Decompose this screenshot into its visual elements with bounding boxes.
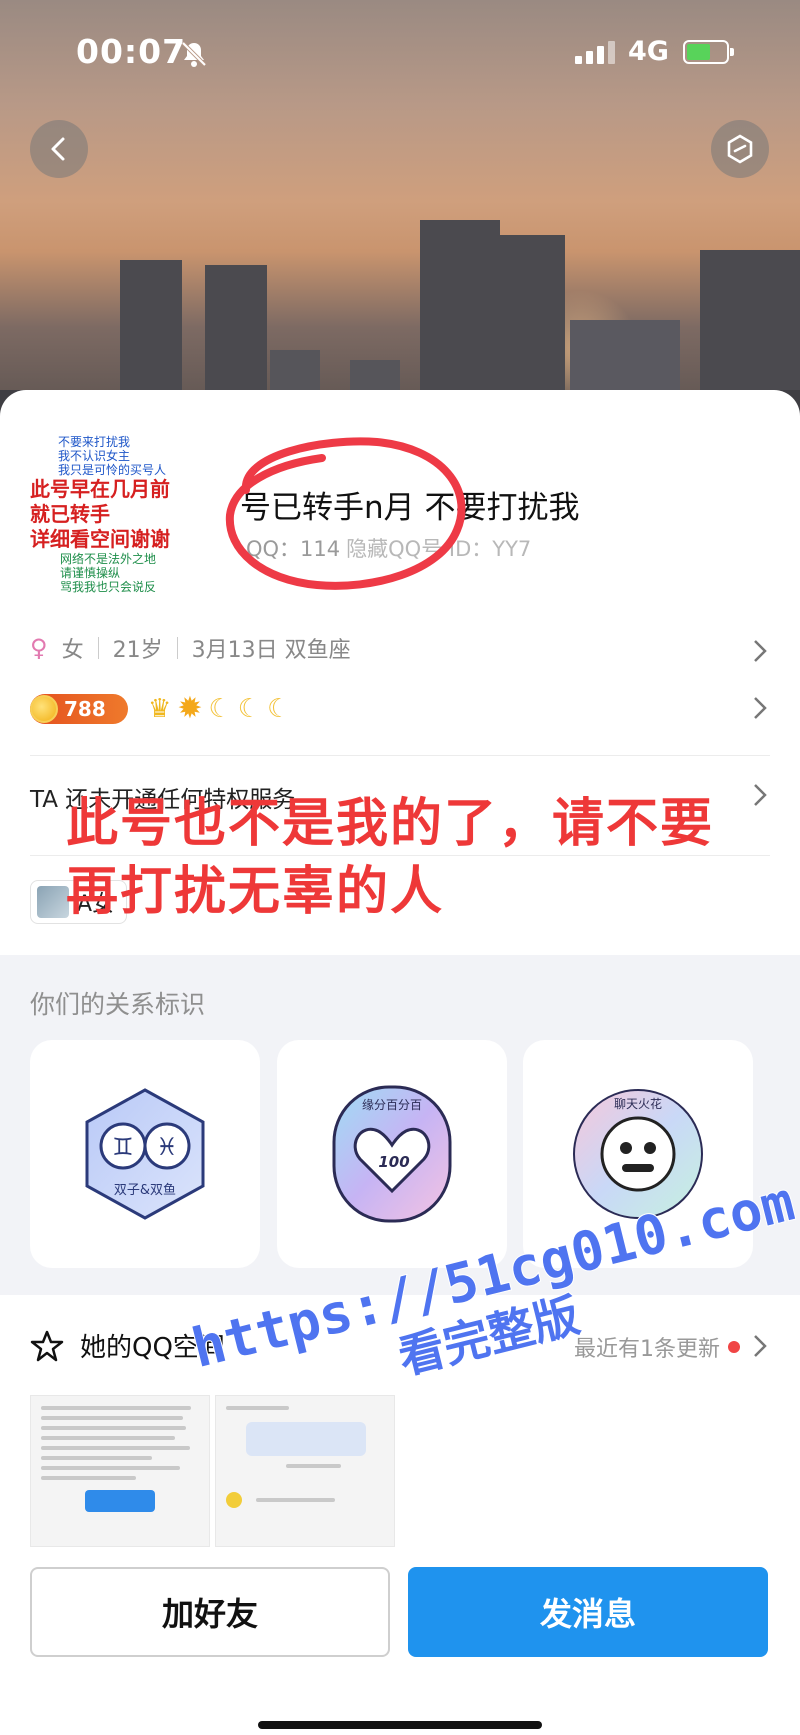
chevron-left-icon: [51, 137, 65, 161]
avatar-text: 此号早在几月前: [30, 477, 170, 501]
divider: [176, 637, 178, 659]
relationship-title: 你们的关系标识: [30, 990, 206, 1019]
chevron-right-icon[interactable]: [752, 638, 768, 664]
crown-icon: ♛: [148, 694, 172, 724]
fate-badge: 100 缘分百分百: [332, 1085, 452, 1223]
overlay-warning-text: 此号也不是我的了，请不要再打扰无辜的人: [66, 794, 715, 922]
avatar-text: 我只是可怜的买号人: [58, 463, 167, 477]
status-bar: 00:07 4G: [0, 0, 800, 110]
chevron-right-icon[interactable]: [752, 695, 768, 721]
level-row[interactable]: 788 ♛ ✹ ☾ ☾ ☾: [30, 690, 290, 728]
basic-info-row[interactable]: ♀ 女 21岁 3月13日 双鱼座: [30, 630, 351, 666]
moon-icon: ☾: [208, 694, 232, 724]
coin-count: 788: [64, 697, 106, 721]
battery-icon: [683, 40, 734, 64]
signal-icon: [575, 40, 615, 64]
star-icon: [30, 1330, 64, 1361]
home-indicator[interactable]: [258, 1721, 542, 1729]
coin-icon: [30, 695, 58, 723]
divider: [97, 637, 99, 659]
avatar-text: 请谨慎操纵: [60, 566, 121, 580]
clock: 00:07: [76, 32, 187, 71]
mute-bell-icon: [181, 41, 207, 67]
avatar[interactable]: 不要来打扰我 我不认识女主 我只是可怜的买号人 此号早在几月前 就已转手 详细看…: [30, 435, 212, 597]
qzone-thumbnail[interactable]: [30, 1395, 210, 1547]
relationship-card[interactable]: 100 缘分百分百: [277, 1040, 507, 1268]
avatar-text: 网络不是法外之地: [60, 552, 157, 566]
svg-text:100: 100: [378, 1153, 409, 1171]
svg-text:♊: ♊: [112, 1133, 134, 1161]
sun-icon: ✹: [177, 691, 203, 726]
avatar-text: 不要来打扰我: [58, 435, 131, 449]
chevron-right-icon[interactable]: [752, 1333, 768, 1359]
avatar-text: 我不认识女主: [58, 449, 131, 463]
chevron-right-icon[interactable]: [752, 782, 768, 808]
bottom-action-bar: 加好友 发消息: [0, 1565, 800, 1735]
gender: 女: [61, 638, 84, 663]
tag-image: [37, 886, 69, 918]
birthday: 3月13日 双鱼座: [191, 638, 351, 663]
avatar-text: 就已转手: [30, 502, 110, 526]
zodiac-badge: ♊ ♓ 双子&双鱼: [85, 1088, 205, 1220]
svg-text:缘分百分百: 缘分百分百: [362, 1098, 422, 1112]
unread-dot: [728, 1341, 740, 1353]
relationship-card[interactable]: ♊ ♓ 双子&双鱼: [30, 1040, 260, 1268]
divider: [30, 755, 770, 756]
age: 21岁: [112, 638, 163, 663]
avatar-text: 骂我我也只会说反: [60, 580, 157, 594]
coin-badge: 788: [30, 694, 128, 724]
red-circle-annotation: [225, 437, 466, 590]
svg-text:♓: ♓: [156, 1133, 178, 1161]
svg-text:聊天火花: 聊天火花: [614, 1096, 662, 1111]
moon-icon: ☾: [237, 694, 262, 724]
send-message-button[interactable]: 发消息: [408, 1567, 768, 1657]
hexagon-settings-icon: [727, 134, 753, 164]
settings-button[interactable]: [711, 120, 769, 178]
female-icon: ♀: [30, 634, 48, 662]
moon-icon: ☾: [267, 694, 291, 724]
svg-text:双子&双鱼: 双子&双鱼: [114, 1182, 176, 1198]
add-friend-button[interactable]: 加好友: [30, 1567, 390, 1657]
network-type: 4G: [628, 36, 669, 67]
back-button[interactable]: [30, 120, 88, 178]
avatar-text: 详细看空间谢谢: [30, 527, 170, 551]
